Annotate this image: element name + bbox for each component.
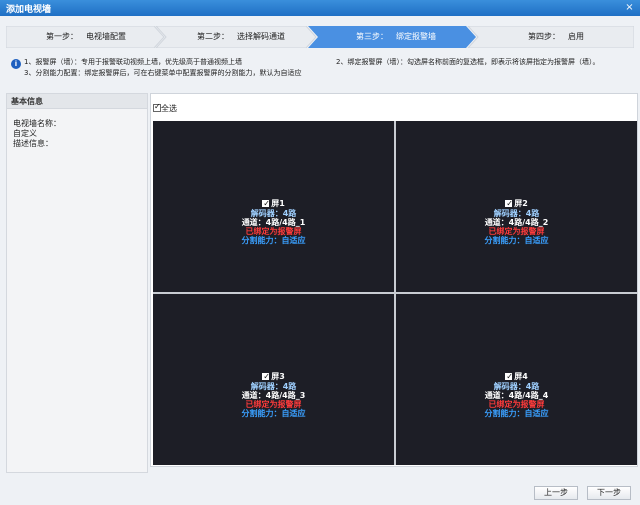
select-all[interactable]: 全选 [153, 102, 177, 114]
screen-2-bound: 已绑定为报警屏 [488, 227, 545, 236]
screen-3-split: 分割能力：自适应 [241, 409, 306, 418]
help-notes: i 1、报警屏（墙）：专用于报警联动视频上墙，优先级高于普通视频上墙 2、绑定报… [8, 56, 632, 82]
screen-1-checkbox[interactable] [262, 198, 270, 209]
screen-3-checkbox[interactable] [262, 371, 270, 382]
close-icon[interactable]: × [623, 1, 636, 14]
screen-1-decoder: 解码器：4路 [250, 209, 297, 218]
note-2: 2、绑定报警屏（墙）：勾选屏名称前面的复选框，即表示将该屏指定为报警屏（墙）。 [336, 58, 600, 66]
screen-2-decoder: 解码器：4路 [493, 209, 540, 218]
basic-info-header: 基本信息 [7, 94, 147, 109]
window-title: 添加电视墙 [6, 5, 52, 15]
step-4: 第四步： 启用 [496, 26, 616, 48]
step-4-label: 第四步： [528, 32, 560, 41]
screen-tile-2[interactable]: 屏2 解码器：4路 通道：4路/4路_2 已绑定为报警屏 分割能力：自适应 [396, 121, 637, 292]
screen-4-checkbox[interactable] [505, 371, 513, 382]
screen-1-split: 分割能力：自适应 [241, 236, 306, 245]
screen-2-split: 分割能力：自适应 [484, 236, 549, 245]
select-all-label: 全选 [161, 104, 177, 113]
screen-3-name: 屏3 [271, 372, 285, 381]
wizard-steps: 第一步： 电视墙配置 第二步： 选择解码通道 第三步： 绑定报警墙 第四步： 启用 [6, 26, 634, 48]
step-3-label: 第三步： [356, 32, 388, 41]
screen-tile-1[interactable]: 屏1 解码器：4路 通道：4路/4路_1 已绑定为报警屏 分割能力：自适应 [153, 121, 394, 292]
step-2-name: 选择解码通道 [237, 32, 285, 41]
step-1-name: 电视墙配置 [86, 32, 126, 41]
screen-grid: 屏1 解码器：4路 通道：4路/4路_1 已绑定为报警屏 分割能力：自适应 屏2… [153, 121, 637, 465]
description-label: 描述信息： [13, 139, 53, 148]
screen-3-channel: 通道：4路/4路_3 [241, 391, 306, 400]
info-icon: i [11, 59, 21, 69]
screen-3-info: 屏3 解码器：4路 通道：4路/4路_3 已绑定为报警屏 分割能力：自适应 [153, 371, 394, 418]
next-step-button[interactable]: 下一步 [587, 486, 631, 500]
step-3: 第三步： 绑定报警墙 [331, 26, 461, 48]
select-all-checkbox[interactable] [153, 102, 161, 112]
screen-4-decoder: 解码器：4路 [493, 382, 540, 391]
screen-1-name: 屏1 [271, 199, 285, 208]
screen-4-info: 屏4 解码器：4路 通道：4路/4路_4 已绑定为报警屏 分割能力：自适应 [396, 371, 637, 418]
screen-1-channel: 通道：4路/4路_1 [241, 218, 306, 227]
screen-4-bound: 已绑定为报警屏 [488, 400, 545, 409]
screen-2-name: 屏2 [514, 199, 528, 208]
step-3-name: 绑定报警墙 [396, 32, 436, 41]
prev-step-button[interactable]: 上一步 [534, 486, 578, 500]
screen-4-name: 屏4 [514, 372, 528, 381]
screen-2-info: 屏2 解码器：4路 通道：4路/4路_2 已绑定为报警屏 分割能力：自适应 [396, 198, 637, 245]
screen-3-decoder: 解码器：4路 [250, 382, 297, 391]
step-1-label: 第一步： [46, 32, 78, 41]
wall-name-value: 自定义 [13, 129, 37, 138]
note-1: 1、报警屏（墙）：专用于报警联动视频上墙，优先级高于普通视频上墙 [24, 58, 242, 66]
basic-info-panel: 基本信息 电视墙名称： 自定义 描述信息： [6, 93, 148, 473]
screen-4-split: 分割能力：自适应 [484, 409, 549, 418]
window-titlebar: 添加电视墙 × [0, 0, 640, 16]
step-4-name: 启用 [568, 32, 584, 41]
screen-1-info: 屏1 解码器：4路 通道：4路/4路_1 已绑定为报警屏 分割能力：自适应 [153, 198, 394, 245]
screen-2-channel: 通道：4路/4路_2 [484, 218, 549, 227]
screen-1-bound: 已绑定为报警屏 [245, 227, 302, 236]
step-2-label: 第二步： [197, 32, 229, 41]
screen-tile-3[interactable]: 屏3 解码器：4路 通道：4路/4路_3 已绑定为报警屏 分割能力：自适应 [153, 294, 394, 465]
screen-4-channel: 通道：4路/4路_4 [484, 391, 549, 400]
step-2: 第二步： 选择解码通道 [176, 26, 306, 48]
screen-tile-4[interactable]: 屏4 解码器：4路 通道：4路/4路_4 已绑定为报警屏 分割能力：自适应 [396, 294, 637, 465]
step-1: 第一步： 电视墙配置 [26, 26, 146, 48]
screen-2-checkbox[interactable] [505, 198, 513, 209]
note-3: 3、分割能力配置：绑定报警屏后，可在右键菜单中配置报警屏的分割能力，默认为自适应 [24, 69, 302, 77]
wall-name-label: 电视墙名称： [13, 119, 61, 128]
screen-3-bound: 已绑定为报警屏 [245, 400, 302, 409]
